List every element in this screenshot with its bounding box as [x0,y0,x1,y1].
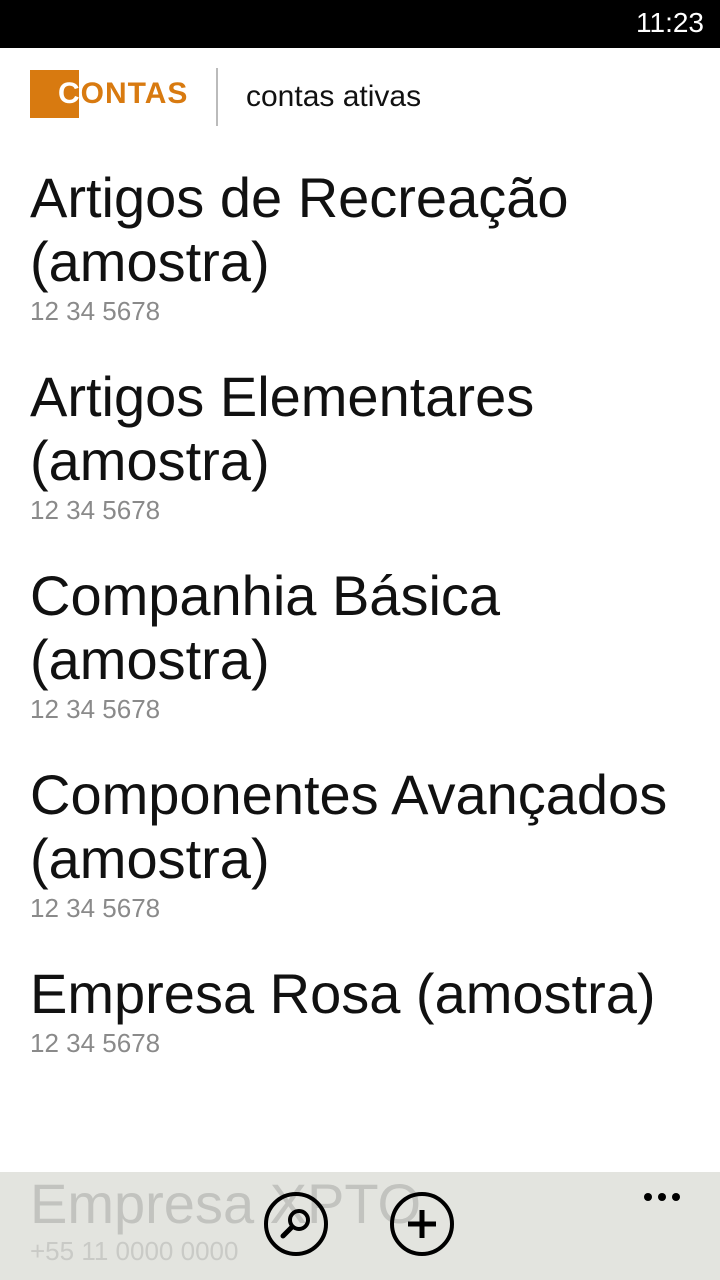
list-item[interactable]: Empresa Rosa (amostra) 12 34 5678 [30,962,710,1058]
header-divider [216,68,218,126]
account-name: Empresa XPTO [30,1172,422,1235]
status-bar: 11:23 [0,0,720,48]
logo-rest: ONTAS [80,77,189,110]
add-icon [408,1210,436,1238]
account-name: Companhia Básica (amostra) [30,564,501,691]
account-phone: 12 34 5678 [30,694,161,724]
app-bar: Empresa XPTO +55 11 0000 0000 [0,1172,720,1280]
list-item[interactable]: Empresa XPTO +55 11 0000 0000 [30,1172,421,1266]
page-subtitle: contas ativas [246,80,422,113]
status-time: 11:23 [636,7,704,38]
list-item[interactable]: Componentes Avançados (amostra) 12 34 56… [30,763,710,923]
account-phone: 12 34 5678 [30,1028,161,1058]
account-name: Artigos de Recreação (amostra) [30,166,569,293]
account-phone: 12 34 5678 [30,495,161,525]
app-logo: CONTAS [30,70,188,118]
account-name: Componentes Avançados (amostra) [30,763,668,890]
accounts-list: Artigos de Recreação (amostra) 12 34 567… [30,166,710,1102]
search-button[interactable] [264,1192,328,1256]
add-button[interactable] [390,1192,454,1256]
account-name: Empresa Rosa (amostra) [30,962,656,1025]
search-icon [280,1209,310,1239]
account-phone: 12 34 5678 [30,296,161,326]
page-header: CONTAS contas ativas [0,48,720,148]
account-phone: +55 11 0000 0000 [30,1236,239,1266]
list-item[interactable]: Companhia Básica (amostra) 12 34 5678 [30,564,710,724]
list-item[interactable]: Artigos Elementares (amostra) 12 34 5678 [30,365,710,525]
ellipsis-icon[interactable] [644,1186,688,1201]
account-name: Artigos Elementares (amostra) [30,365,535,492]
list-item[interactable]: Artigos de Recreação (amostra) 12 34 567… [30,166,710,326]
logo-text: CONTAS [30,77,188,111]
account-phone: 12 34 5678 [30,893,161,923]
logo-first-letter: C [58,77,81,110]
